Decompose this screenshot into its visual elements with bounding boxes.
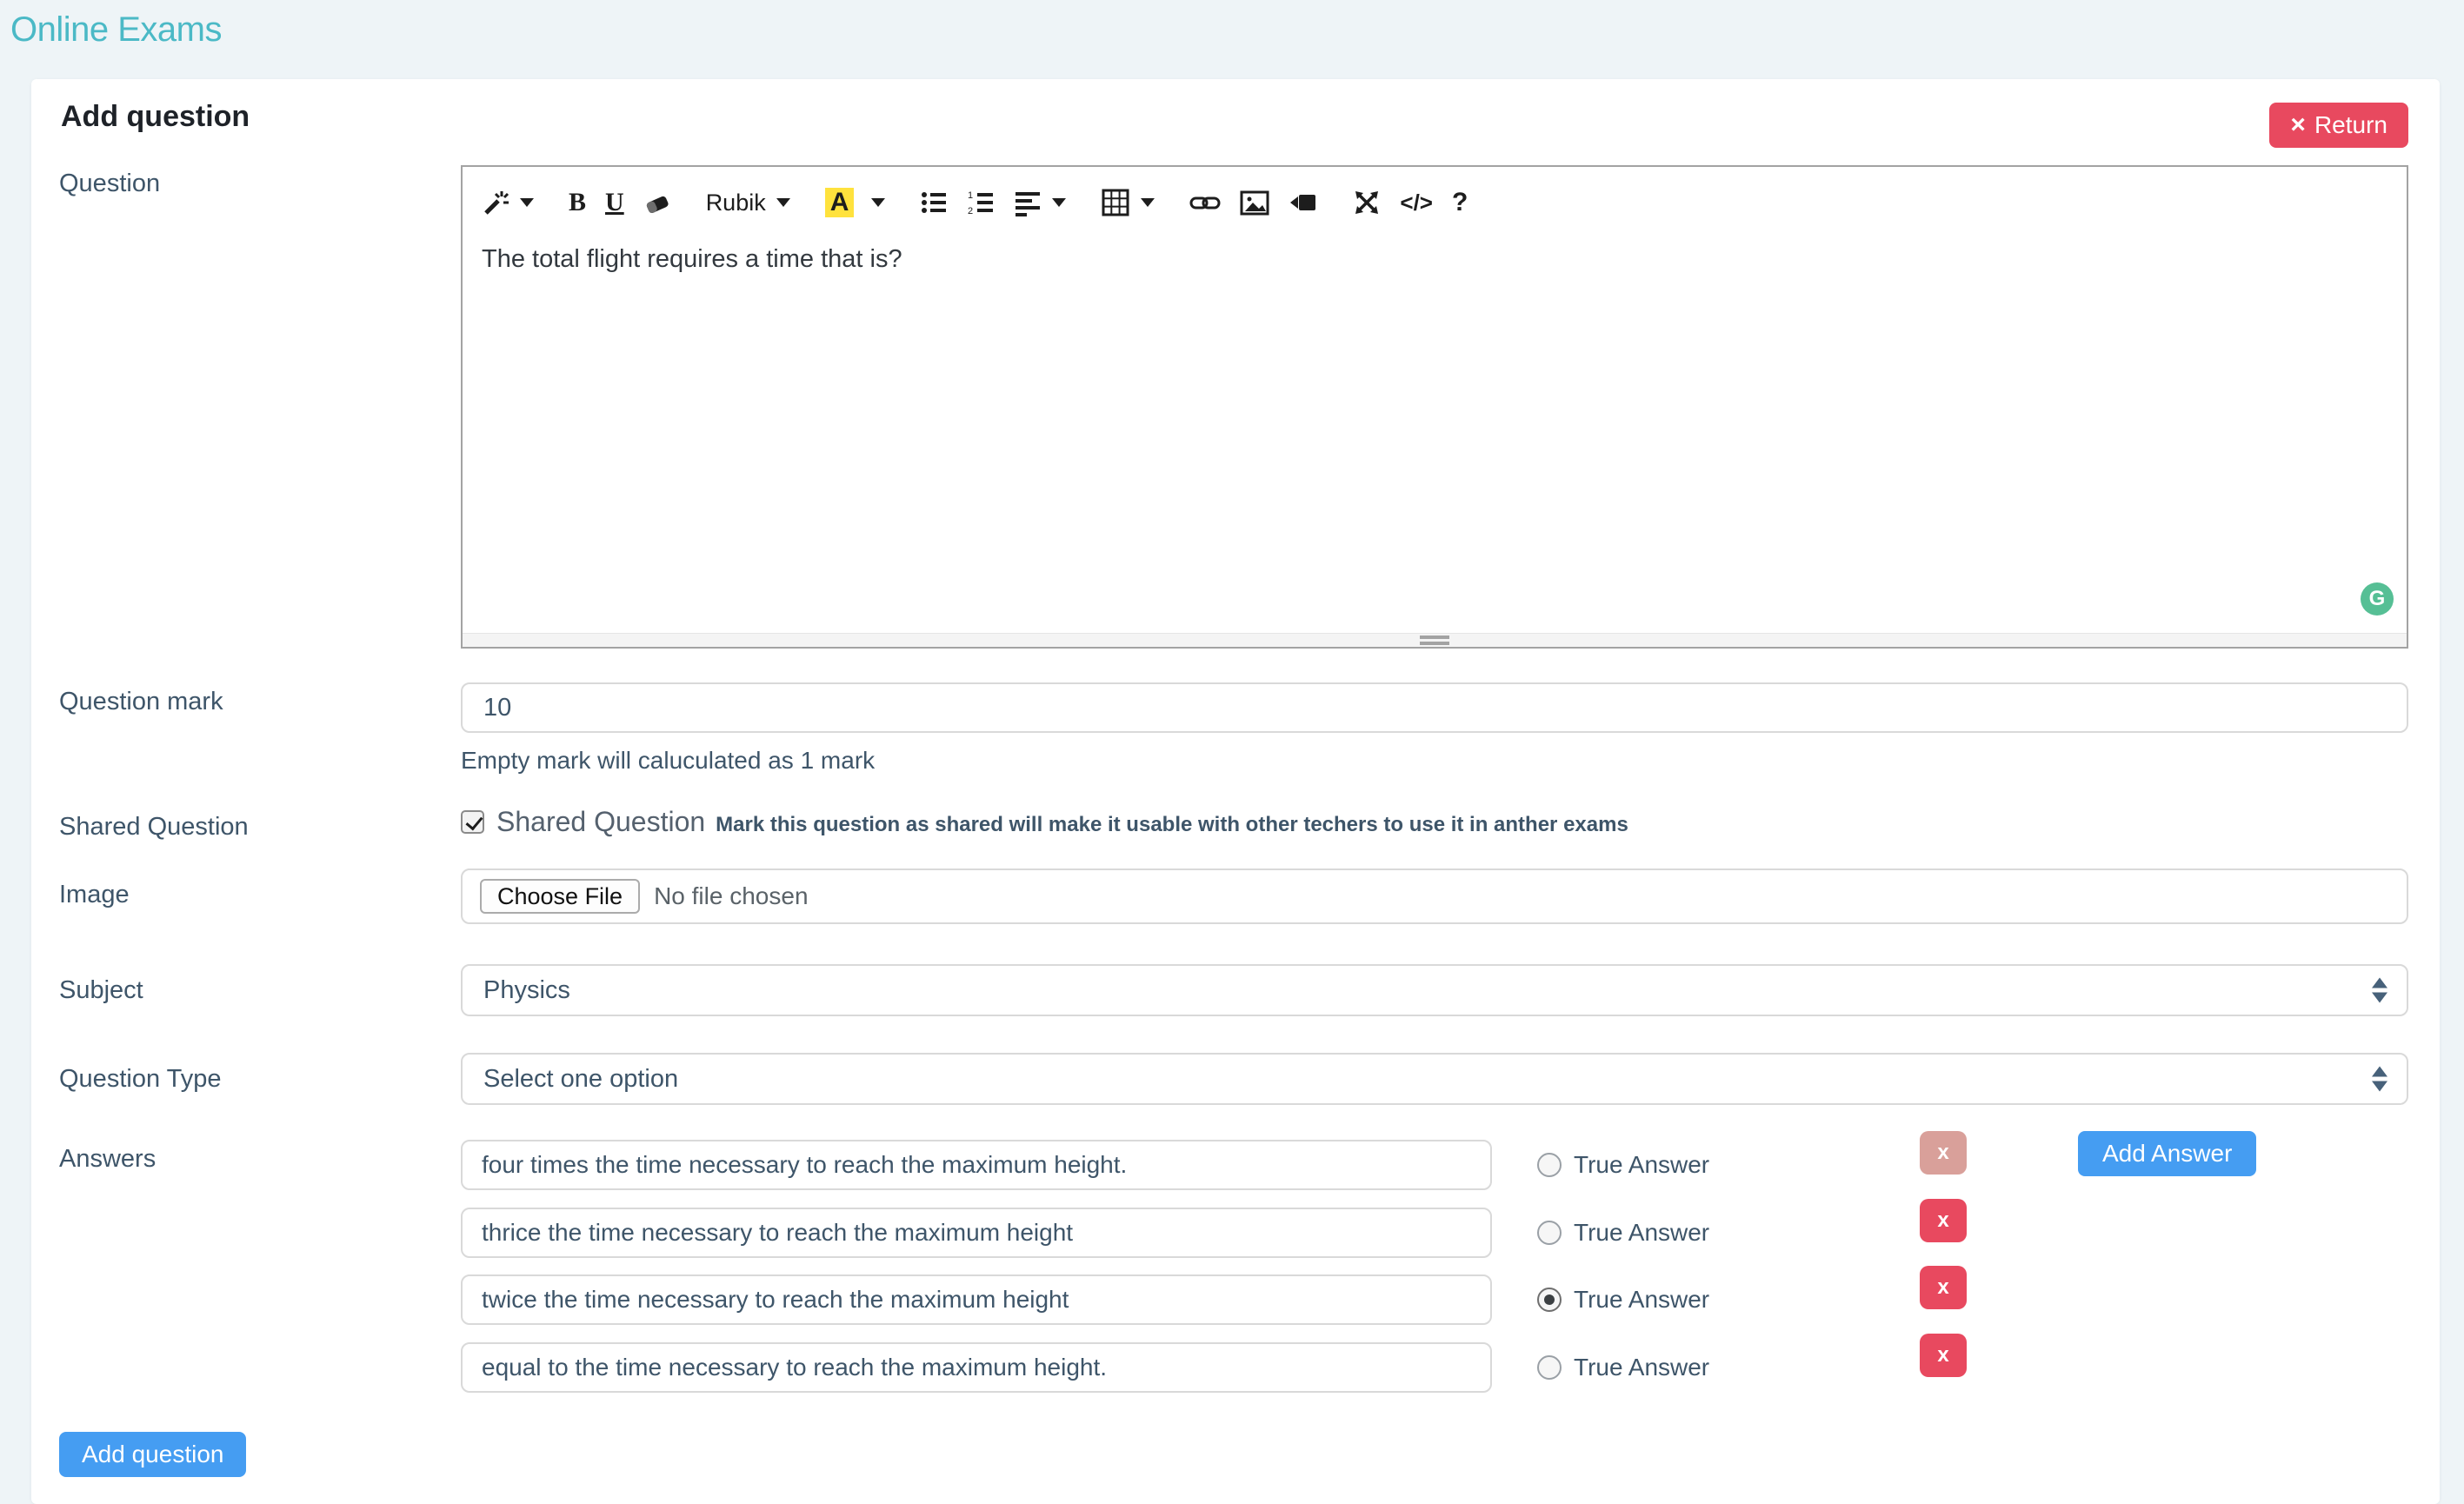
shared-question-checkbox[interactable]	[461, 810, 484, 834]
true-answer-label: True Answer	[1574, 1286, 1709, 1314]
close-icon: ×	[2290, 112, 2306, 138]
true-answer-option[interactable]: True Answer	[1537, 1208, 1709, 1258]
chain-link-icon	[1189, 189, 1221, 216]
paragraph-align-icon	[1014, 189, 1042, 216]
svg-text:2: 2	[968, 206, 973, 216]
subject-selected-value: Physics	[483, 976, 570, 1005]
paragraph-align-button[interactable]	[1014, 189, 1066, 216]
true-answer-option[interactable]: True Answer	[1537, 1274, 1709, 1325]
return-button[interactable]: × Return	[2269, 103, 2408, 148]
answer-text-input[interactable]	[461, 1208, 1492, 1258]
question-mark-input[interactable]	[461, 682, 2408, 733]
code-view-button[interactable]: </>	[1400, 190, 1433, 216]
chevron-down-icon	[520, 198, 534, 207]
picture-icon	[1240, 189, 1269, 216]
insert-video-button[interactable]	[1289, 189, 1318, 216]
add-answer-button[interactable]: Add Answer	[2078, 1131, 2256, 1176]
table-button[interactable]	[1101, 188, 1155, 217]
unordered-list-button[interactable]	[920, 189, 948, 216]
shared-question-checkbox-label[interactable]: Shared Question	[496, 806, 705, 838]
select-arrows-icon	[2372, 1067, 2387, 1092]
ordered-list-icon: 1 2	[967, 189, 995, 216]
fullscreen-arrows-icon	[1353, 189, 1381, 216]
question-mark-label: Question mark	[59, 688, 223, 716]
eraser-icon	[643, 189, 671, 216]
choose-file-button[interactable]: Choose File	[480, 879, 640, 914]
true-answer-option[interactable]: True Answer	[1537, 1140, 1709, 1190]
delete-answer-button[interactable]: x	[1920, 1131, 1967, 1175]
insert-picture-button[interactable]	[1240, 189, 1269, 216]
chevron-down-icon	[871, 198, 885, 207]
true-answer-label: True Answer	[1574, 1151, 1709, 1179]
answer-row: True Answer x Add Answer	[59, 1140, 2408, 1190]
return-button-label: Return	[2314, 111, 2387, 139]
question-type-label: Question Type	[59, 1065, 221, 1094]
shared-question-row: Shared Question Mark this question as sh…	[461, 806, 1628, 838]
true-answer-option[interactable]: True Answer	[1537, 1342, 1709, 1393]
subject-label: Subject	[59, 976, 143, 1005]
answer-row: True Answer x	[59, 1274, 2408, 1325]
question-label: Question	[59, 170, 160, 198]
bold-button[interactable]: B	[569, 188, 586, 217]
table-grid-icon	[1101, 188, 1130, 217]
help-button[interactable]: ?	[1452, 188, 1468, 217]
question-rich-text-editor[interactable]: B U Rubik A	[461, 165, 2408, 649]
editor-resize-bar[interactable]	[463, 633, 2407, 647]
font-color-icon: A	[825, 188, 855, 217]
chevron-down-icon	[1052, 198, 1066, 207]
editor-toolbar: B U Rubik A	[482, 177, 2387, 228]
fullscreen-button[interactable]	[1353, 189, 1381, 216]
delete-answer-button[interactable]: x	[1920, 1266, 1967, 1309]
delete-answer-button[interactable]: x	[1920, 1199, 1967, 1242]
true-answer-radio[interactable]	[1537, 1355, 1562, 1380]
subject-select[interactable]: Physics	[461, 964, 2408, 1016]
delete-answer-button[interactable]: x	[1920, 1334, 1967, 1377]
unordered-list-icon	[920, 189, 948, 216]
true-answer-radio[interactable]	[1537, 1221, 1562, 1245]
true-answer-label: True Answer	[1574, 1219, 1709, 1247]
image-file-input[interactable]: Choose File No file chosen	[461, 868, 2408, 924]
answer-row: True Answer x	[59, 1342, 2408, 1393]
answer-row: True Answer x	[59, 1208, 2408, 1258]
magic-wand-icon	[482, 189, 509, 216]
magic-style-button[interactable]	[482, 189, 534, 216]
answer-text-input[interactable]	[461, 1342, 1492, 1393]
answer-text-input[interactable]	[461, 1140, 1492, 1190]
add-question-submit-button[interactable]: Add question	[59, 1432, 246, 1477]
font-family-value: Rubik	[706, 190, 766, 216]
chevron-down-icon	[776, 198, 790, 207]
image-label: Image	[59, 881, 130, 909]
true-answer-radio[interactable]	[1537, 1153, 1562, 1177]
file-chosen-status: No file chosen	[654, 882, 808, 910]
shared-question-note: Mark this question as shared will make i…	[716, 808, 1628, 837]
true-answer-radio[interactable]	[1537, 1288, 1562, 1312]
underline-button[interactable]: U	[605, 188, 624, 217]
answer-text-input[interactable]	[461, 1274, 1492, 1325]
shared-question-label: Shared Question	[59, 813, 249, 842]
chevron-down-icon	[1141, 198, 1155, 207]
insert-link-button[interactable]	[1189, 189, 1221, 216]
select-arrows-icon	[2372, 978, 2387, 1003]
grammarly-icon[interactable]: G	[2361, 582, 2394, 616]
add-question-card: Add question × Return Question B U	[31, 79, 2440, 1504]
eraser-button[interactable]	[643, 189, 671, 216]
font-color-button[interactable]: A	[825, 188, 886, 217]
video-icon	[1289, 189, 1318, 216]
resize-handle-icon	[1420, 636, 1449, 645]
font-family-dropdown[interactable]: Rubik	[706, 190, 790, 216]
ordered-list-button[interactable]: 1 2	[967, 189, 995, 216]
question-type-select[interactable]: Select one option	[461, 1053, 2408, 1105]
true-answer-label: True Answer	[1574, 1354, 1709, 1381]
svg-text:1: 1	[968, 190, 973, 201]
question-type-selected-value: Select one option	[483, 1065, 678, 1094]
question-editor-content[interactable]: The total flight requires a time that is…	[482, 242, 2354, 277]
card-title: Add question	[61, 100, 250, 134]
question-mark-help-text: Empty mark will caluculated as 1 mark	[461, 747, 875, 775]
page-title: Online Exams	[10, 10, 222, 50]
